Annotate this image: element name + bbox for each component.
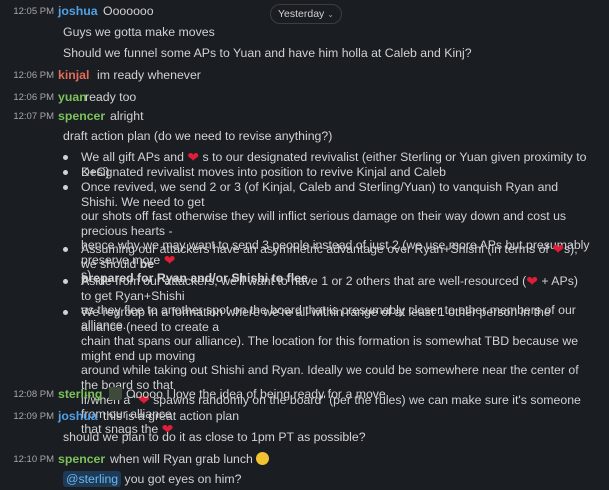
timestamp[interactable]: 12:10 PM (10, 454, 54, 465)
message-text: Should we funnel some APs to Yuan and ha… (63, 46, 472, 60)
date-divider-button[interactable]: Yesterday ⌄ (270, 4, 342, 24)
username[interactable]: kinjal (58, 68, 89, 82)
message-text: should we plan to do it as close to 1pm … (63, 430, 366, 444)
timestamp[interactable]: 12:05 PM (10, 6, 54, 17)
date-divider-label: Yesterday (277, 8, 325, 20)
message-text: Guys we gotta make moves (63, 25, 215, 39)
timestamp[interactable]: 12:06 PM (10, 92, 54, 103)
chevron-down-icon: ⌄ (327, 10, 334, 19)
timestamp[interactable]: 12:07 PM (10, 111, 54, 122)
status-emoji-icon (109, 387, 122, 400)
message-text: @sterling you got eyes on him? (63, 471, 241, 487)
heart-icon: ❤ (552, 241, 564, 257)
heart-icon: ❤ (526, 273, 538, 289)
user-mention[interactable]: @sterling (63, 471, 122, 487)
username[interactable]: yuan (58, 90, 87, 104)
timestamp[interactable]: 12:08 PM (10, 389, 54, 400)
message-text: alright (110, 109, 144, 123)
timestamp[interactable]: 12:09 PM (10, 411, 54, 422)
message-text: this is a great action plan (103, 409, 240, 423)
username[interactable]: joshua (58, 409, 98, 423)
timestamp[interactable]: 12:06 PM (10, 70, 54, 81)
heart-icon: ❤ (187, 149, 200, 165)
message-text: Ooooooo (103, 4, 154, 18)
username[interactable]: sterling (58, 387, 102, 401)
username[interactable]: spencer (58, 452, 105, 466)
username[interactable]: spencer (58, 109, 105, 123)
username[interactable]: joshua (58, 4, 98, 18)
thinking-face-icon (255, 452, 269, 465)
message-text: im ready whenever (97, 68, 201, 82)
message-text: draft action plan (do we need to revise … (63, 129, 333, 143)
message-text: when will Ryan grab lunch (110, 452, 269, 466)
message-text: ready too (85, 90, 137, 104)
message-text: Ooooo I love the idea of being ready for… (126, 387, 386, 401)
